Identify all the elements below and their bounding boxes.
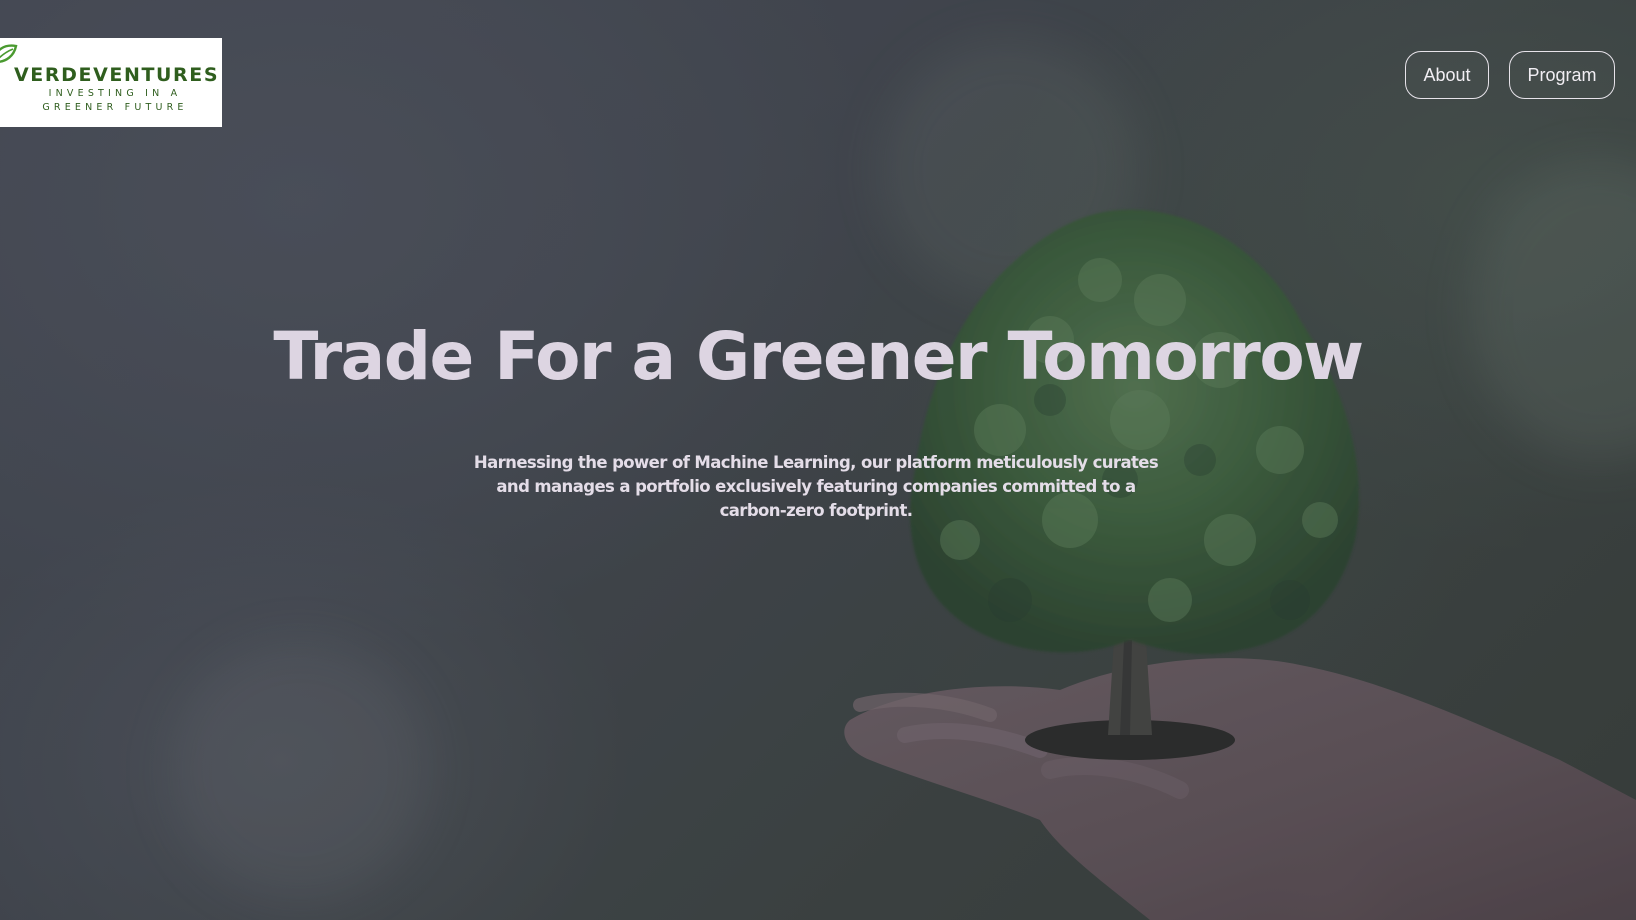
background-bokeh xyxy=(880,40,1140,300)
hero-section: VERDEVENTURES INVESTING IN A GREENER FUT… xyxy=(0,0,1636,920)
background-bokeh xyxy=(1470,160,1636,460)
hero-headline: Trade For a Greener Tomorrow xyxy=(273,318,1364,395)
brand-tagline-line1: INVESTING IN A xyxy=(48,88,182,99)
nav-program-button[interactable]: Program xyxy=(1509,51,1615,99)
brand-name: VERDEVENTURES xyxy=(14,64,220,86)
background-bokeh xyxy=(1290,860,1380,920)
hero-subtext: Harnessing the power of Machine Learning… xyxy=(473,453,1159,520)
background-bokeh xyxy=(170,640,430,900)
brand-logo[interactable]: VERDEVENTURES INVESTING IN A GREENER FUT… xyxy=(0,38,222,127)
nav-about-button[interactable]: About xyxy=(1405,51,1489,99)
brand-tagline-line2: GREENER FUTURE xyxy=(42,102,188,113)
